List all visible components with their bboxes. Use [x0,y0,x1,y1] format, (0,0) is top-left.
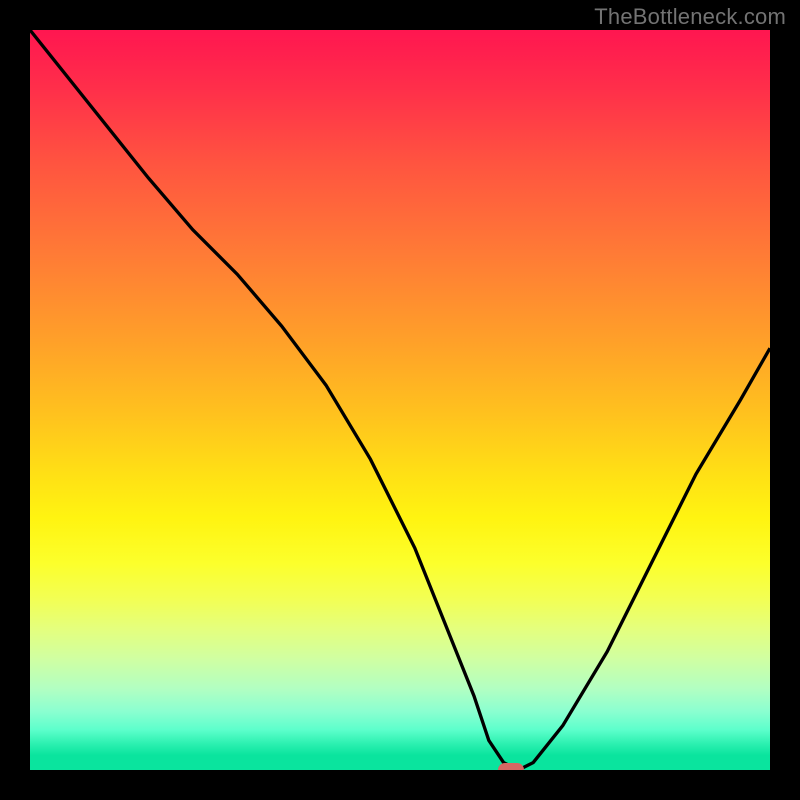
optimal-point-marker [498,763,524,770]
plot-area [30,30,770,770]
bottleneck-curve [30,30,770,770]
watermark-text: TheBottleneck.com [594,4,786,30]
curve-path [30,30,770,770]
